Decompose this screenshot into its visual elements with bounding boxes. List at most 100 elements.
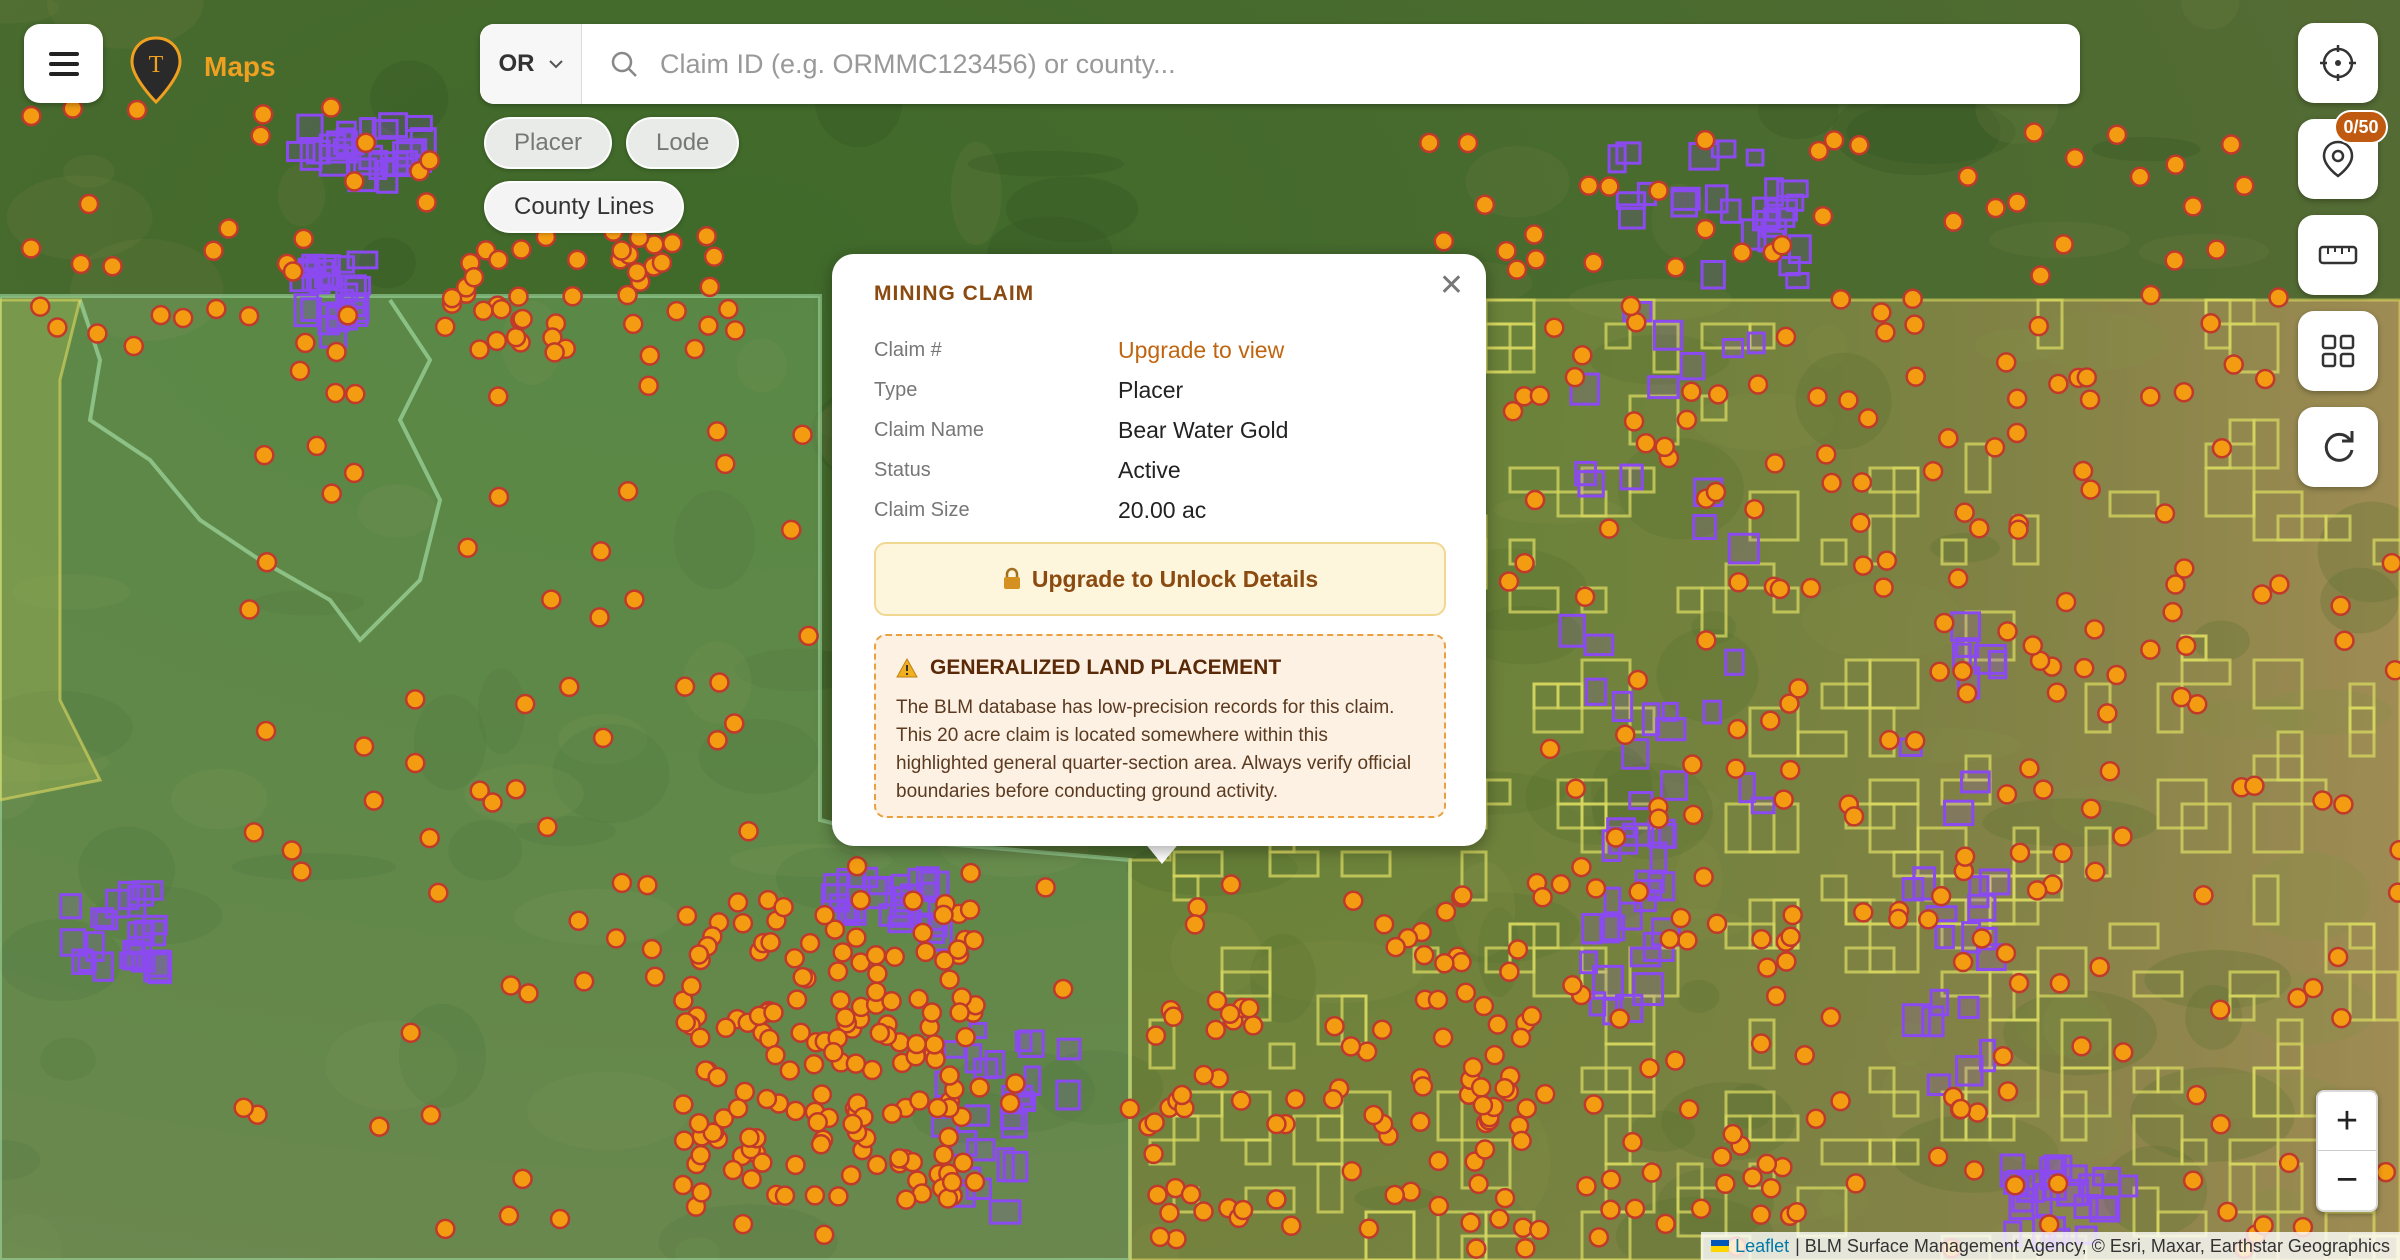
claim-point[interactable]	[2079, 389, 2101, 410]
claim-point[interactable]	[1588, 1227, 1610, 1248]
claim-point[interactable]	[823, 1042, 844, 1063]
claim-point[interactable]	[959, 899, 981, 920]
claim-point[interactable]	[1821, 472, 1842, 494]
claim-point[interactable]	[2071, 1036, 2092, 1057]
claim-point[interactable]	[2278, 1152, 2300, 1174]
claim-polygon[interactable]	[1679, 351, 1706, 381]
claim-polygon[interactable]	[119, 951, 139, 969]
claim-point[interactable]	[688, 944, 710, 965]
claim-point[interactable]	[804, 1185, 826, 1206]
claim-point[interactable]	[889, 1148, 910, 1169]
claim-point[interactable]	[1585, 878, 1607, 899]
locate-button[interactable]	[2298, 23, 2378, 103]
claim-point[interactable]	[558, 676, 580, 698]
claim-point[interactable]	[741, 1169, 762, 1190]
claim-point[interactable]	[1280, 1215, 1302, 1236]
claim-point[interactable]	[1473, 995, 1495, 1017]
claim-point[interactable]	[798, 625, 819, 647]
claim-point[interactable]	[1230, 1090, 1252, 1111]
claim-point[interactable]	[1677, 930, 1698, 951]
claim-point[interactable]	[611, 240, 632, 261]
claim-point[interactable]	[703, 246, 725, 267]
claim-point[interactable]	[626, 261, 648, 283]
claim-point[interactable]	[203, 240, 224, 262]
claim-point[interactable]	[544, 342, 565, 363]
claim-polygon[interactable]	[2118, 1174, 2139, 1198]
claim-point[interactable]	[500, 975, 522, 996]
claim-point[interactable]	[2330, 595, 2351, 617]
claim-point[interactable]	[810, 1134, 832, 1155]
claim-point[interactable]	[1757, 957, 1778, 978]
claim-point[interactable]	[1385, 936, 1406, 958]
claim-point[interactable]	[1635, 433, 1657, 454]
claim-point[interactable]	[1620, 295, 1642, 317]
claim-point[interactable]	[1659, 928, 1681, 950]
claim-point[interactable]	[243, 822, 265, 843]
zoom-in-button[interactable]: +	[2318, 1092, 2376, 1151]
claim-point[interactable]	[1506, 259, 1528, 280]
claim-point[interactable]	[1845, 1173, 1867, 1194]
claim-point[interactable]	[2007, 192, 2028, 213]
claim-point[interactable]	[715, 1017, 737, 1039]
claim-point[interactable]	[1583, 252, 1604, 273]
claim-point[interactable]	[2084, 619, 2105, 640]
claim-point[interactable]	[2171, 686, 2192, 708]
claim-point[interactable]	[605, 928, 627, 949]
claim-polygon[interactable]	[293, 293, 320, 328]
claim-point[interactable]	[1285, 1088, 1306, 1110]
claim-point[interactable]	[488, 486, 510, 508]
claim-point[interactable]	[722, 1159, 744, 1181]
claim-polygon[interactable]	[1632, 972, 1665, 1007]
claim-point[interactable]	[282, 261, 304, 282]
claim-point[interactable]	[419, 827, 440, 849]
claim-point[interactable]	[1808, 140, 1830, 162]
claim-point[interactable]	[256, 551, 278, 573]
claim-point[interactable]	[1474, 194, 1496, 216]
claim-polygon[interactable]	[1727, 532, 1760, 565]
claim-point[interactable]	[799, 932, 821, 954]
claim-point[interactable]	[2026, 880, 2048, 901]
claim-point[interactable]	[1957, 166, 1979, 187]
claim-point[interactable]	[1206, 990, 1228, 1012]
claim-point[interactable]	[2327, 946, 2349, 968]
claim-point[interactable]	[696, 225, 717, 247]
claim-point[interactable]	[2269, 574, 2290, 595]
claim-point[interactable]	[2387, 882, 2400, 903]
claim-point[interactable]	[1143, 1143, 1164, 1165]
claim-point[interactable]	[1470, 1077, 1492, 1098]
claim-polygon[interactable]	[143, 950, 173, 983]
claim-point[interactable]	[1460, 1212, 1481, 1233]
claim-point[interactable]	[2268, 287, 2289, 308]
claim-point[interactable]	[2140, 386, 2161, 407]
claim-point[interactable]	[1775, 326, 1797, 348]
claim-point[interactable]	[1578, 175, 1600, 196]
claim-polygon[interactable]	[1957, 995, 1980, 1019]
claim-point[interactable]	[589, 607, 610, 628]
claim-point[interactable]	[1830, 1090, 1851, 1112]
claim-point[interactable]	[2389, 839, 2400, 861]
claim-polygon[interactable]	[2078, 1173, 2105, 1198]
claim-point[interactable]	[732, 1213, 754, 1235]
claim-polygon[interactable]	[1618, 901, 1643, 931]
claim-point[interactable]	[706, 421, 728, 442]
claim-point[interactable]	[869, 1022, 891, 1044]
claim-point[interactable]	[1995, 352, 2017, 373]
claim-polygon[interactable]	[1014, 1030, 1033, 1053]
claim-point[interactable]	[2173, 382, 2195, 403]
claim-point[interactable]	[811, 1084, 833, 1105]
claim-point[interactable]	[1950, 1098, 1972, 1120]
claim-point[interactable]	[752, 1152, 773, 1173]
claim-point[interactable]	[1572, 345, 1593, 366]
claim-polygon[interactable]	[1611, 690, 1634, 723]
claim-point[interactable]	[1690, 1198, 1712, 1219]
search-input[interactable]	[660, 48, 2080, 80]
claim-point[interactable]	[674, 676, 696, 697]
claim-point[interactable]	[2052, 842, 2073, 864]
claim-point[interactable]	[1888, 908, 1909, 930]
claim-point[interactable]	[2080, 798, 2102, 819]
claim-point[interactable]	[1694, 129, 1716, 151]
claim-polygon[interactable]	[1018, 1094, 1037, 1113]
claim-point[interactable]	[724, 320, 746, 341]
claim-point[interactable]	[2233, 175, 2255, 197]
claim-point[interactable]	[505, 778, 527, 800]
